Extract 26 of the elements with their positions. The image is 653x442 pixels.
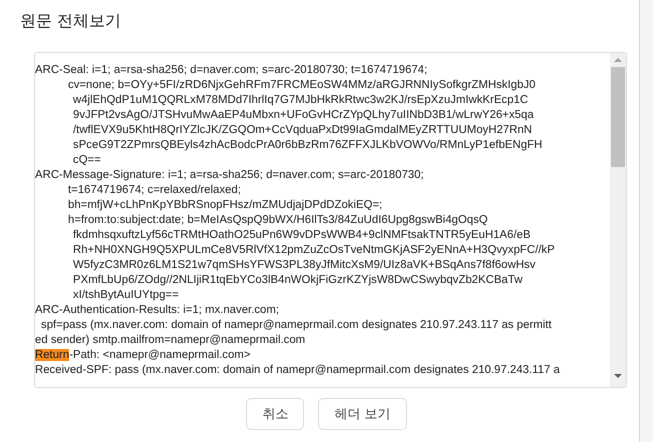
- header-line: Return-Path: <namepr@nameprmail.com>: [35, 348, 252, 363]
- header-line: /twflEVX9u5KhtH8QrIYZlcJK/ZGQOm+CcVqduaPxDt99IaGmdalMEyZRTTUUMoyH27RnN: [72, 123, 534, 138]
- header-line: ed sender) smtp.mailfrom=namepr@nameprmail.com: [35, 333, 306, 348]
- view-header-button[interactable]: 헤더 보기: [318, 398, 407, 430]
- header-line: cQ==: [72, 153, 102, 168]
- header-line: xI/tshBytAuIUYtpg==: [72, 288, 180, 303]
- header-line: spf=pass (mx.naver.com: domain of namepr@nameprmail.com designates 210.97.243.117 as permitt: [40, 318, 553, 333]
- header-line: cv=none; b=OYy+5FI/zRD6NjxGehRFm7FRCMEoSW4MMz/aRGJRNNIySofkgrZMHskIgbJ0: [67, 78, 536, 93]
- header-line: h=from:to:subject:date; b=MeIAsQspQ9bWX/H6IlTs3/84ZuUdI6Upg8gswBi4gOqsQ: [67, 213, 489, 228]
- header-line: W5fyzC3MR0z6LM1S21w7qmSHsYFWS3PL38yJfMitcXsM9/UIz8aVK+BSqAns7f8f6owHsv: [72, 258, 536, 273]
- header-line: ARC-Message-Signature: i=1; a=rsa-sha256; d=naver.com; s=arc-20180730;: [35, 168, 425, 183]
- scrollbar[interactable]: [610, 53, 626, 387]
- header-line: Rh+NH0XNGH9Q5XPULmCe8V5RlVfX12pmZuZcOsTveNtmGKjASF2yENnA+H3QvyxpFC//kP: [72, 243, 556, 258]
- header-line: t=1674719674; c=relaxed/relaxed;: [67, 183, 242, 198]
- header-line: ARC-Authentication-Results: i=1; mx.naver.com;: [35, 303, 280, 318]
- header-line: ARC-Seal: i=1; a=rsa-sha256; d=naver.com; s=arc-20180730; t=1674719674;: [35, 63, 428, 78]
- header-line: bh=mfjW+cLhPnKpYBbRSnopFHsz/mZMUdjajDPdDZokiEQ=;: [67, 198, 384, 213]
- header-line: Received-SPF: pass (mx.naver.com: domain of namepr@nameprmail.com designates 210.97.243.117 a: [35, 363, 561, 378]
- header-line: w4jlEhQdP1uM1QQRLxM78MDd7IhrlIq7G7MJbHkRkRtwc3w2KJ/rsEpXzuJmIwkKrEcp1C: [72, 93, 530, 108]
- header-line: fkdmhsqxuftzLyf56cTRMtHOathO25uPn6W9vDPsWWB4+9clNMFtsakTNTR5yEuH1A6/eB: [72, 228, 532, 243]
- cancel-button[interactable]: 취소: [246, 398, 304, 430]
- header-line: 9vJFPt2vsAgO/JTSHvuMwAaEP4uMbxn+UFoGvHCrZYpQLhy7uIINbD3B1/wLrwY26+x5qa: [72, 108, 535, 123]
- header-line: PXmfLbUp6/ZOdg//2NLIjiR1tqEbYCo3lB4nWOkjFiGzrKZYjsW8DwCSwybqvZb2KCBaTw: [72, 273, 524, 288]
- header-line: sPceG9T2ZPmrsQBEyls4zhAcBodcPrA0r6bBzRm76ZFFXJLKbVOWVo/RMnLyP1efbENgFH: [72, 138, 544, 153]
- dialog-title: 원문 전체보기: [20, 10, 122, 32]
- scrollbar-thumb[interactable]: [611, 67, 625, 167]
